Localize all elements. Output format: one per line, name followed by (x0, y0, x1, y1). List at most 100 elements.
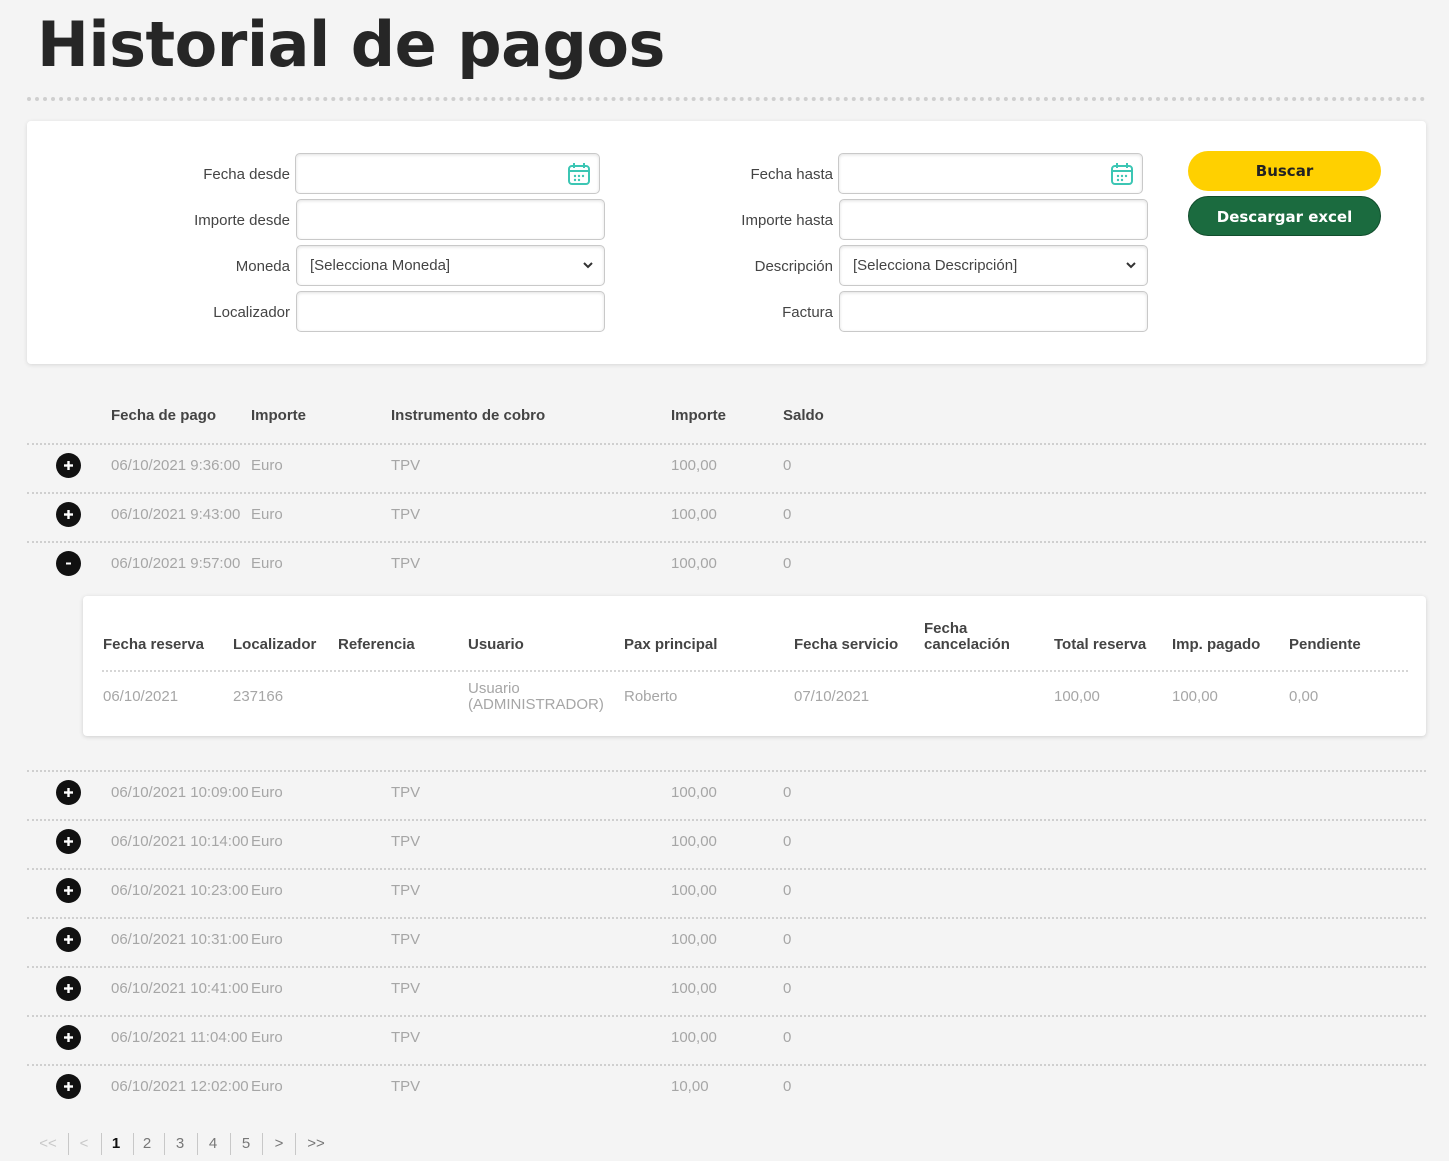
cell-moneda: Euro (251, 506, 283, 523)
cell-saldo: 0 (783, 784, 792, 801)
cell-saldo: 0 (783, 833, 792, 850)
moneda-label: Moneda (235, 258, 290, 275)
detail-localizador: 237166 (233, 688, 284, 705)
cell-fecha-pago: 06/10/2021 9:43:00 (111, 506, 241, 523)
cell-saldo: 0 (783, 882, 792, 899)
calendar-icon[interactable] (566, 161, 592, 187)
row-divider (27, 966, 1426, 968)
expand-row-button[interactable] (56, 878, 81, 903)
page-2[interactable]: 2 (131, 1131, 163, 1157)
page-3[interactable]: 3 (164, 1131, 196, 1157)
cell-fecha-pago: 06/10/2021 10:09:00 (111, 784, 249, 801)
moneda-select[interactable]: [Selecciona Moneda] (296, 245, 605, 286)
page-4[interactable]: 4 (197, 1131, 229, 1157)
cell-moneda: Euro (251, 882, 283, 899)
row-divider (27, 917, 1426, 919)
cell-moneda: Euro (251, 457, 283, 474)
page-prev[interactable]: < (68, 1131, 100, 1157)
cell-fecha-pago: 06/10/2021 10:41:00 (111, 980, 249, 997)
calendar-icon[interactable] (1109, 161, 1135, 187)
cell-moneda: Euro (251, 1029, 283, 1046)
factura-label: Factura (782, 304, 833, 321)
detail-pendiente: 0,00 (1289, 688, 1319, 705)
factura-input[interactable] (839, 291, 1148, 332)
page-1[interactable]: 1 (100, 1131, 132, 1157)
cell-fecha-pago: 06/10/2021 11:04:00 (111, 1029, 248, 1046)
row-divider (27, 492, 1426, 494)
plus-icon (64, 984, 73, 993)
cell-instrumento: TPV (391, 555, 421, 572)
detail-imp-pagado: 100,00 (1172, 688, 1218, 705)
buscar-button[interactable]: Buscar (1188, 151, 1381, 191)
cell-saldo: 0 (783, 980, 792, 997)
row-divider (27, 819, 1426, 821)
page-next[interactable]: > (263, 1131, 295, 1157)
expand-row-button[interactable] (56, 780, 81, 805)
cell-instrumento: TPV (391, 931, 421, 948)
cell-importe: 100,00 (671, 555, 717, 572)
plus-icon (64, 1082, 73, 1091)
reservation-detail-panel: Fecha reserva Localizador Referencia Usu… (83, 596, 1426, 736)
cell-importe: 100,00 (671, 506, 717, 523)
detail-header-usuario: Usuario (468, 636, 524, 653)
row-divider (27, 868, 1426, 870)
importe-hasta-label: Importe hasta (741, 212, 833, 229)
fecha-desde-input[interactable] (295, 153, 600, 194)
expand-row-button[interactable] (56, 1074, 81, 1099)
cell-fecha-pago: 06/10/2021 10:23:00 (111, 882, 249, 899)
localizador-input[interactable] (296, 291, 605, 332)
title-divider (27, 97, 1426, 101)
row-divider (27, 541, 1426, 543)
col-header-importe[interactable]: Importe (671, 407, 726, 424)
detail-fecha-reserva: 06/10/2021 (103, 688, 179, 705)
expand-row-button[interactable] (56, 927, 81, 952)
cell-moneda: Euro (251, 833, 283, 850)
page-first[interactable]: << (32, 1131, 64, 1157)
page-last[interactable]: >> (300, 1131, 332, 1157)
detail-header-imp-pagado: Imp. pagado (1172, 636, 1261, 653)
cell-saldo: 0 (783, 457, 792, 474)
expand-row-button[interactable] (56, 502, 81, 527)
cell-instrumento: TPV (391, 1029, 421, 1046)
fecha-hasta-input[interactable] (838, 153, 1143, 194)
expand-row-button[interactable] (56, 829, 81, 854)
detail-divider (102, 670, 1408, 672)
expand-row-button[interactable] (56, 453, 81, 478)
cell-moneda: Euro (251, 931, 283, 948)
cell-moneda: Euro (251, 555, 283, 572)
detail-total-reserva: 100,00 (1054, 688, 1100, 705)
importe-hasta-input[interactable] (839, 199, 1148, 240)
plus-icon (64, 461, 73, 470)
localizador-label: Localizador (213, 304, 290, 321)
cell-saldo: 0 (783, 506, 792, 523)
fecha-desde-label: Fecha desde (203, 166, 290, 183)
detail-pax-principal: Roberto (624, 688, 678, 705)
plus-icon (64, 1033, 73, 1042)
col-header-fecha-pago[interactable]: Fecha de pago (111, 407, 216, 424)
importe-desde-input[interactable] (296, 199, 605, 240)
cell-instrumento: TPV (391, 882, 421, 899)
detail-header-fecha-cancelacion-line1: Fecha (924, 620, 968, 637)
col-header-saldo[interactable]: Saldo (783, 407, 824, 424)
col-header-instrumento[interactable]: Instrumento de cobro (391, 407, 545, 424)
descripcion-select[interactable]: [Selecciona Descripción] (839, 245, 1148, 286)
col-header-importe-moneda[interactable]: Importe (251, 407, 306, 424)
cell-instrumento: TPV (391, 1078, 421, 1095)
plus-icon (64, 886, 73, 895)
descargar-excel-button[interactable]: Descargar excel (1188, 196, 1381, 236)
detail-usuario: Usuario (ADMINISTRADOR) (468, 681, 604, 713)
collapse-row-button[interactable] (56, 551, 81, 576)
detail-header-fecha-cancelacion: Fecha cancelación (924, 621, 1010, 653)
page-5[interactable]: 5 (230, 1131, 262, 1157)
expand-row-button[interactable] (56, 976, 81, 1001)
cell-saldo: 0 (783, 1029, 792, 1046)
page-title: Historial de pagos (37, 8, 665, 81)
cell-moneda: Euro (251, 1078, 283, 1095)
cell-saldo: 0 (783, 931, 792, 948)
page-separator (295, 1133, 296, 1155)
expand-row-button[interactable] (56, 1025, 81, 1050)
cell-importe: 100,00 (671, 980, 717, 997)
cell-importe: 100,00 (671, 784, 717, 801)
cell-importe: 100,00 (671, 457, 717, 474)
cell-instrumento: TPV (391, 506, 421, 523)
